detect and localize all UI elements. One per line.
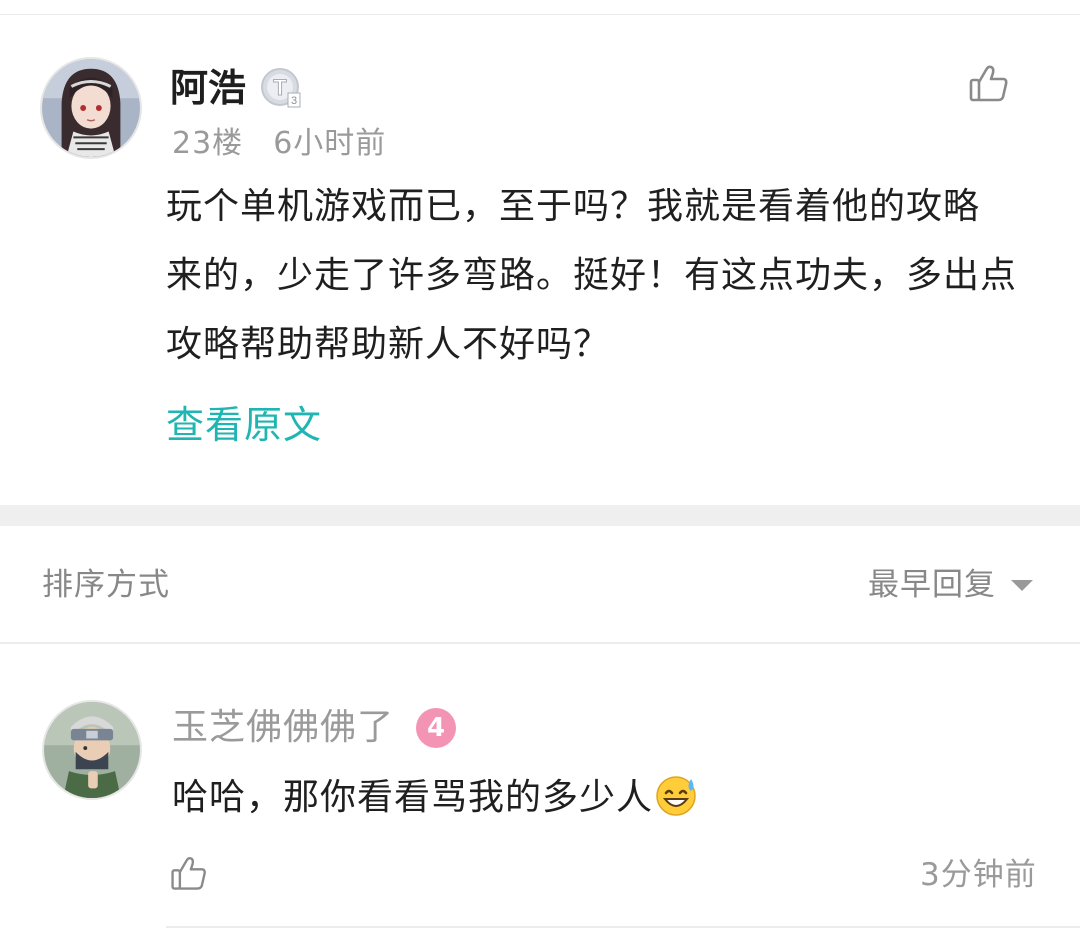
reply-time: 3分钟前 bbox=[920, 857, 1037, 893]
sort-dropdown[interactable]: 最早回复 bbox=[868, 560, 996, 610]
reply-text: 哈哈，那你看看骂我的多少人 bbox=[172, 777, 654, 818]
main-post: 阿浩 T 3 23楼 6小时前 玩个单机游戏而已，至于吗？我就是看着他的攻略 来的… bbox=[0, 0, 1080, 505]
user-level-badge: 4 bbox=[416, 708, 456, 748]
sweat-smile-emoji-icon bbox=[655, 773, 699, 817]
reply-avatar[interactable] bbox=[42, 700, 142, 800]
svg-text:3: 3 bbox=[291, 95, 297, 107]
post-content-line: 攻略帮助帮助新人不好吗？ bbox=[166, 324, 611, 365]
title-badge-icon: T 3 bbox=[260, 67, 304, 111]
post-meta: 23楼 6小时前 bbox=[172, 122, 386, 166]
thumbs-up-icon[interactable] bbox=[966, 60, 1012, 106]
caret-down-icon[interactable] bbox=[1011, 580, 1033, 591]
post-content: 玩个单机游戏而已，至于吗？我就是看着他的攻略 来的，少走了许多弯路。挺好！有这点… bbox=[166, 172, 1046, 379]
post-time: 6小时前 bbox=[273, 126, 387, 161]
sort-divider bbox=[0, 642, 1080, 644]
post-content-line: 来的，少走了许多弯路。挺好！有这点功夫，多出点 bbox=[166, 255, 1018, 296]
post-floor: 23楼 bbox=[172, 126, 244, 161]
reply-username[interactable]: 玉芝佛佛佛了 bbox=[172, 702, 394, 754]
reply-content: 哈哈，那你看看骂我的多少人 bbox=[172, 770, 699, 826]
section-gap bbox=[0, 505, 1080, 526]
post-avatar[interactable] bbox=[40, 57, 142, 159]
thumbs-up-icon[interactable] bbox=[168, 852, 210, 894]
anime-girl-avatar-image bbox=[42, 59, 140, 157]
svg-text:T: T bbox=[273, 75, 287, 100]
sort-label: 排序方式 bbox=[42, 567, 170, 603]
view-original-link[interactable]: 查看原文 bbox=[166, 395, 322, 455]
reply-divider bbox=[166, 926, 1080, 928]
ninja-avatar-image bbox=[44, 702, 140, 798]
post-content-line: 玩个单机游戏而已，至于吗？我就是看着他的攻略 bbox=[166, 186, 981, 227]
post-username[interactable]: 阿浩 bbox=[170, 62, 246, 114]
